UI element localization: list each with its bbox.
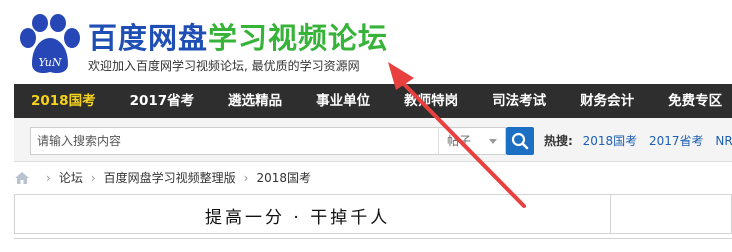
nav-item-linxuan[interactable]: 遴选精品 <box>211 84 299 118</box>
breadcrumb-separator: › <box>243 171 249 185</box>
home-icon[interactable] <box>14 171 30 185</box>
nav-item-2018-guokao[interactable]: 2018国考 <box>14 84 113 118</box>
breadcrumb-separator: › <box>46 171 51 185</box>
search-input[interactable]: 请输入搜索内容 <box>30 127 452 155</box>
breadcrumb-current[interactable]: 2018国考 <box>256 168 311 188</box>
nav-item-2017-shengkao[interactable]: 2017省考 <box>113 84 212 118</box>
site-header: YuN 百度网盘学习视频论坛 欢迎加入百度网学习视频论坛, 最优质的学习资源网 <box>0 0 732 84</box>
breadcrumb-forum[interactable]: 论坛 <box>59 168 83 188</box>
hot-link-2017-shengkao[interactable]: 2017省考 <box>649 134 704 148</box>
search-bar: 请输入搜索内容 帖子 热搜: 2018国考 2017省考 NRI考 <box>14 118 732 162</box>
nav-item-sifa[interactable]: 司法考试 <box>475 84 563 118</box>
breadcrumb-separator: › <box>90 171 96 185</box>
search-button[interactable] <box>506 127 534 155</box>
chevron-down-icon <box>489 139 497 144</box>
nav-item-jiaoshi[interactable]: 教师特岗 <box>387 84 475 118</box>
search-scope-value: 帖子 <box>447 134 472 148</box>
hot-search-label: 热搜: <box>544 134 573 148</box>
search-scope-select[interactable]: 帖子 <box>438 127 506 155</box>
divider-line <box>14 238 732 239</box>
site-title-part2: 学习视频论坛 <box>208 21 389 55</box>
main-nav: 2018国考 2017省考 遴选精品 事业单位 教师特岗 司法考试 财务会计 免… <box>14 84 732 118</box>
nav-item-free[interactable]: 免费专区 <box>651 84 732 118</box>
hot-searches: 热搜: 2018国考 2017省考 NRI考 <box>544 127 732 155</box>
hot-link-nri[interactable]: NRI考 <box>715 134 732 148</box>
site-title-part1: 百度网盘 <box>88 21 209 55</box>
site-title[interactable]: 百度网盘学习视频论坛 <box>88 18 388 58</box>
banner-divider <box>610 195 611 233</box>
logo-text: YuN <box>38 56 61 69</box>
paw-logo-icon[interactable]: YuN <box>18 14 82 76</box>
search-icon <box>511 132 529 150</box>
site-slogan: 欢迎加入百度网学习视频论坛, 最优质的学习资源网 <box>88 59 360 73</box>
motto-banner: 提高一分 · 干掉千人 <box>14 194 732 234</box>
nav-item-caiwu[interactable]: 财务会计 <box>563 84 651 118</box>
motto-text: 提高一分 · 干掉千人 <box>205 208 391 228</box>
nav-item-shiye[interactable]: 事业单位 <box>299 84 387 118</box>
hot-link-2018-guokao[interactable]: 2018国考 <box>583 134 638 148</box>
breadcrumb-category[interactable]: 百度网盘学习视频整理版 <box>104 168 236 188</box>
breadcrumb: › 论坛 › 百度网盘学习视频整理版 › 2018国考 <box>14 168 311 188</box>
